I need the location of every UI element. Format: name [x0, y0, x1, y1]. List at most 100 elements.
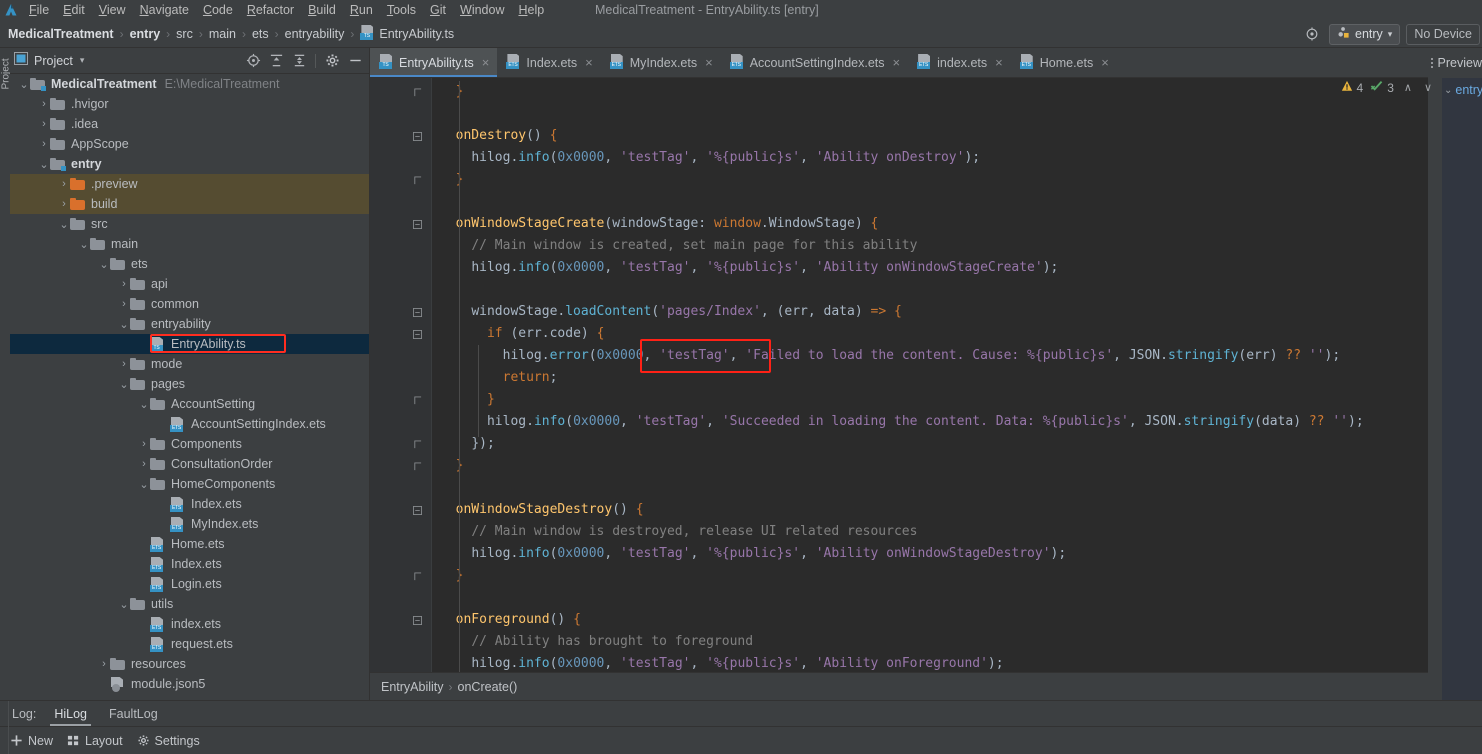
chevron-right-icon[interactable]: ›: [38, 134, 50, 154]
editor-tab-accountsettingindex-ets[interactable]: ETS AccountSettingIndex.ets ×: [721, 48, 908, 77]
tree-item-utils[interactable]: ⌄ utils: [10, 594, 369, 614]
close-icon[interactable]: ×: [893, 55, 901, 70]
menu-item-navigate[interactable]: Navigate: [133, 0, 196, 20]
locate-icon[interactable]: [243, 51, 263, 71]
chevron-down-icon[interactable]: ⌄: [118, 314, 130, 334]
fold-end-icon[interactable]: [412, 389, 423, 411]
tree-item-login-ets[interactable]: ETS Login.ets: [10, 574, 369, 594]
breadcrumb-item-src[interactable]: src: [172, 27, 197, 41]
editor-tab-index-ets[interactable]: ETS index.ets ×: [908, 48, 1011, 77]
preview-tab-label[interactable]: Preview: [1438, 56, 1482, 70]
editor-tab-home-ets[interactable]: ETS Home.ets ×: [1011, 48, 1117, 77]
chevron-right-icon[interactable]: ›: [118, 274, 130, 294]
chevron-down-icon[interactable]: ⌄: [118, 594, 130, 614]
fold-end-icon[interactable]: [412, 565, 423, 587]
tree-item-home-ets[interactable]: ETS Home.ets: [10, 534, 369, 554]
breadcrumb-item-entryability-ts[interactable]: TS EntryAbility.ts: [356, 24, 458, 43]
minimize-icon[interactable]: [345, 51, 365, 71]
chevron-right-icon[interactable]: ›: [38, 94, 50, 114]
chevron-down-icon[interactable]: ⌄: [1444, 85, 1452, 96]
close-icon[interactable]: ×: [705, 55, 713, 70]
tree-item-accountsetting[interactable]: ⌄ AccountSetting: [10, 394, 369, 414]
target-icon[interactable]: [1301, 23, 1323, 45]
device-selector[interactable]: No Device: [1406, 23, 1480, 45]
fold-collapse-icon[interactable]: [412, 609, 423, 631]
menu-item-code[interactable]: Code: [196, 0, 240, 20]
editor-tab-myindex-ets[interactable]: ETS MyIndex.ets ×: [601, 48, 721, 77]
tree-item-medicaltreatment[interactable]: ⌄ MedicalTreatment E:\MedicalTreatment: [10, 74, 369, 94]
close-icon[interactable]: ×: [995, 55, 1003, 70]
fold-end-icon[interactable]: [412, 169, 423, 191]
fold-collapse-icon[interactable]: [412, 301, 423, 323]
tree-item-accountsettingindex-ets[interactable]: ETS AccountSettingIndex.ets: [10, 414, 369, 434]
chevron-right-icon[interactable]: ›: [98, 654, 110, 674]
menu-item-window[interactable]: Window: [453, 0, 511, 20]
fold-collapse-icon[interactable]: [412, 323, 423, 345]
breadcrumb-item-ets[interactable]: ets: [248, 27, 273, 41]
breadcrumb-item-main[interactable]: main: [205, 27, 240, 41]
code-content[interactable]: } onDestroy() { hilog.info(0x0000, 'test…: [432, 78, 1482, 700]
tree-item--idea[interactable]: › .idea: [10, 114, 369, 134]
fold-collapse-icon[interactable]: [412, 125, 423, 147]
menu-item-tools[interactable]: Tools: [380, 0, 423, 20]
chevron-down-icon[interactable]: ⌄: [18, 74, 30, 94]
tree-item-main[interactable]: ⌄ main: [10, 234, 369, 254]
chevron-right-icon[interactable]: ›: [118, 294, 130, 314]
menu-item-refactor[interactable]: Refactor: [240, 0, 301, 20]
tree-item-homecomponents[interactable]: ⌄ HomeComponents: [10, 474, 369, 494]
close-icon[interactable]: ×: [1101, 55, 1109, 70]
chevron-right-icon[interactable]: ›: [138, 434, 150, 454]
chevron-right-icon[interactable]: ›: [118, 354, 130, 374]
tree-item-ets[interactable]: ⌄ ets: [10, 254, 369, 274]
chevron-down-icon[interactable]: ⌄: [138, 394, 150, 414]
warning-triangle-icon[interactable]: [1341, 80, 1353, 95]
close-icon[interactable]: ×: [585, 55, 593, 70]
status-breadcrumb-item-oncreate[interactable]: onCreate(): [455, 680, 521, 694]
tree-item-index-ets[interactable]: ETS index.ets: [10, 614, 369, 634]
prev-problem-icon[interactable]: ∧: [1404, 81, 1412, 94]
tree-item-index-ets[interactable]: ETS Index.ets: [10, 494, 369, 514]
chevron-down-icon[interactable]: ⌄: [58, 214, 70, 234]
tree-item-request-ets[interactable]: ETS request.ets: [10, 634, 369, 654]
tree-item--hvigor[interactable]: › .hvigor: [10, 94, 369, 114]
tree-item-resources[interactable]: › resources: [10, 654, 369, 674]
code-editor[interactable]: 2526272829303132333435363738394041424344…: [370, 78, 1482, 700]
tree-item-pages[interactable]: ⌄ pages: [10, 374, 369, 394]
tree-item-build[interactable]: › build: [10, 194, 369, 214]
tree-item-entry[interactable]: ⌄ entry: [10, 154, 369, 174]
breadcrumb-item-entry[interactable]: entry: [126, 27, 165, 41]
chevron-right-icon[interactable]: ›: [58, 194, 70, 214]
tree-item-src[interactable]: ⌄ src: [10, 214, 369, 234]
fold-end-icon[interactable]: [412, 81, 423, 103]
breadcrumb-item-entryability[interactable]: entryability: [281, 27, 349, 41]
more-options-icon[interactable]: [1428, 48, 1436, 78]
tree-item-mode[interactable]: › mode: [10, 354, 369, 374]
run-configuration-selector[interactable]: entry ▾: [1329, 23, 1401, 45]
menu-item-run[interactable]: Run: [343, 0, 380, 20]
fold-end-icon[interactable]: [412, 455, 423, 477]
fold-collapse-icon[interactable]: [412, 213, 423, 235]
chevron-down-icon[interactable]: ⌄: [38, 154, 50, 174]
checkmark-icon[interactable]: [1370, 80, 1383, 95]
log-tool-new[interactable]: New: [10, 734, 53, 748]
close-icon[interactable]: ×: [482, 55, 490, 70]
fold-collapse-icon[interactable]: [412, 499, 423, 521]
tree-item-consultationorder[interactable]: › ConsultationOrder: [10, 454, 369, 474]
tree-item--preview[interactable]: › .preview: [10, 174, 369, 194]
log-tab-hilog[interactable]: HiLog: [44, 702, 97, 726]
next-problem-icon[interactable]: ∨: [1424, 81, 1432, 94]
collapse-all-icon[interactable]: [289, 51, 309, 71]
menu-item-build[interactable]: Build: [301, 0, 343, 20]
chevron-right-icon[interactable]: ›: [38, 114, 50, 134]
tree-item-entryability[interactable]: ⌄ entryability: [10, 314, 369, 334]
menu-item-edit[interactable]: Edit: [56, 0, 92, 20]
preview-entry-row[interactable]: ⌄ entry: [1442, 78, 1482, 102]
editor-tab-index-ets[interactable]: ETS Index.ets ×: [497, 48, 600, 77]
breadcrumb-item-medicaltreatment[interactable]: MedicalTreatment: [4, 27, 118, 41]
log-tab-faultlog[interactable]: FaultLog: [99, 702, 168, 726]
chevron-down-icon[interactable]: ⌄: [98, 254, 110, 274]
tree-item-common[interactable]: › common: [10, 294, 369, 314]
tree-item-components[interactable]: › Components: [10, 434, 369, 454]
tree-item-api[interactable]: › api: [10, 274, 369, 294]
log-tool-settings[interactable]: Settings: [137, 734, 200, 748]
